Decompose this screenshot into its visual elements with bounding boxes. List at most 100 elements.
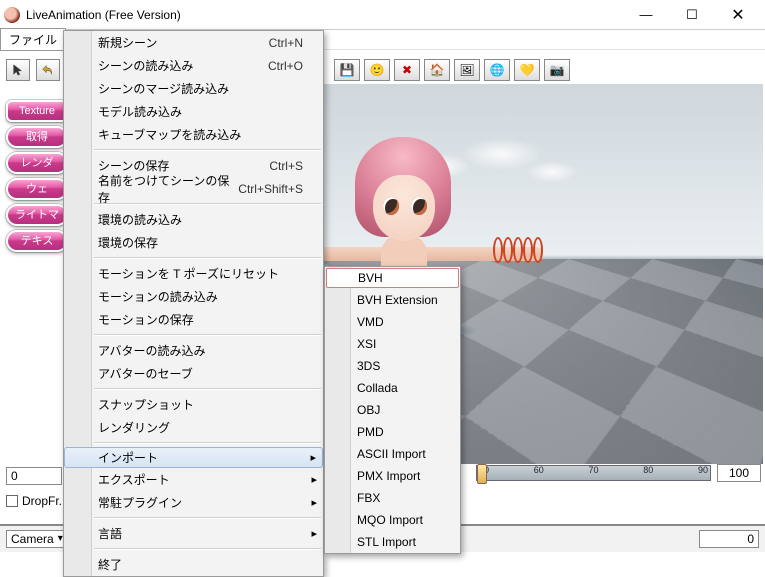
toolbar-icon-red-x[interactable]: ✖: [394, 59, 420, 81]
tool-row-left: [6, 58, 60, 82]
file-menu-dropdown: 新規シーンCtrl+N シーンの読み込み Ctrl+O シーンのマージ読み込みモデル読…: [63, 30, 324, 577]
menu-item[interactable]: 終了: [64, 553, 323, 576]
import-submenu: BVHBVH ExtensionVMDXSI3DSColladaOBJPMDAS…: [324, 266, 461, 554]
avatar-eye-left: [383, 197, 399, 215]
menu-item[interactable]: エクスポート: [64, 468, 323, 491]
undo-icon[interactable]: [36, 59, 60, 81]
toolbar-icon-globe[interactable]: 🌐: [484, 59, 510, 81]
menu-item-label: スナップショット: [98, 396, 194, 413]
submenu-item[interactable]: VMD: [325, 311, 460, 333]
menu-item[interactable]: モーションの読み込み: [64, 285, 323, 308]
current-frame-input[interactable]: 0: [699, 530, 759, 548]
sidebar-button-2[interactable]: レンダ: [6, 152, 68, 174]
toolbar-icon-heart[interactable]: 💛: [514, 59, 540, 81]
timeline-tick: 80: [643, 465, 653, 479]
menu-item-label: 名前をつけてシーンの保存: [98, 172, 238, 206]
sidebar-texture-button[interactable]: Texture: [6, 100, 68, 122]
menu-separator: [94, 203, 321, 205]
drop-frame-row: DropFr...: [6, 494, 69, 508]
menu-item[interactable]: 環境の読み込み: [64, 208, 323, 231]
menu-item-label: エクスポート: [98, 471, 170, 488]
window-title: LiveAnimation (Free Version): [26, 8, 623, 22]
menu-separator: [94, 517, 321, 519]
submenu-item[interactable]: 3DS: [325, 355, 460, 377]
menu-item[interactable]: モーションの保存: [64, 308, 323, 331]
menu-separator: [94, 149, 321, 151]
menu-item[interactable]: シーンのマージ読み込み: [64, 77, 323, 100]
menu-item-label: シーンの読み込み: [98, 57, 193, 74]
avatar-gizmo-rings: [493, 237, 549, 269]
menu-separator: [94, 548, 321, 550]
submenu-item[interactable]: BVH: [326, 268, 459, 288]
menu-shortcut: Ctrl+N: [269, 36, 303, 50]
submenu-item[interactable]: BVH Extension: [325, 289, 460, 311]
toolbar-icon-picture[interactable]: 🖼: [454, 59, 480, 81]
menu-item[interactable]: キューブマップを読み込み: [64, 123, 323, 146]
submenu-item[interactable]: Collada: [325, 377, 460, 399]
menu-item[interactable]: シーンの読み込み Ctrl+O: [64, 54, 323, 77]
maximize-button[interactable]: ☐: [669, 0, 715, 30]
menu-shortcut: Ctrl+Shift+S: [238, 182, 303, 196]
menu-item[interactable]: 名前をつけてシーンの保存Ctrl+Shift+S: [64, 177, 323, 200]
menu-item[interactable]: アバターのセーブ: [64, 362, 323, 385]
menu-item-label: レンダリング: [98, 419, 170, 436]
menu-item[interactable]: レンダリング: [64, 416, 323, 439]
submenu-item[interactable]: FBX: [325, 487, 460, 509]
submenu-item[interactable]: MQO Import: [325, 509, 460, 531]
timeline-track[interactable]: 50 60 70 80 90: [476, 465, 711, 481]
menu-item-label: 環境の読み込み: [98, 211, 182, 228]
menu-item[interactable]: 常駐プラグイン: [64, 491, 323, 514]
drop-frame-checkbox[interactable]: [6, 495, 18, 507]
toolbar-icon-floppy[interactable]: 💾: [334, 59, 360, 81]
menu-item[interactable]: 新規シーンCtrl+N: [64, 31, 323, 54]
toolbar-icon-camera[interactable]: 📷: [544, 59, 570, 81]
timeline-start-input[interactable]: 0: [6, 467, 62, 485]
timeline-ticks: 50 60 70 80 90: [477, 466, 710, 480]
sidebar-button-5[interactable]: テキス: [6, 230, 68, 252]
submenu-item[interactable]: OBJ: [325, 399, 460, 421]
timeline-tick: 90: [698, 465, 708, 479]
menu-item-label: キューブマップを読み込み: [98, 126, 241, 143]
timeline-end-input[interactable]: 100: [717, 464, 761, 482]
menu-item[interactable]: インポート: [64, 447, 323, 468]
sidebar: Texture 取得 レンダ ウェ ライトマ テキス: [6, 100, 68, 256]
menu-separator: [94, 334, 321, 336]
menu-item[interactable]: モデル読み込み: [64, 100, 323, 123]
camera-dropdown[interactable]: Camera: [6, 530, 68, 548]
submenu-item[interactable]: STL Import: [325, 531, 460, 553]
menu-item[interactable]: 環境の保存: [64, 231, 323, 254]
drop-frame-label: DropFr...: [22, 494, 69, 508]
menu-item-label: 終了: [98, 556, 122, 573]
menu-item[interactable]: モーションを T ポーズにリセット: [64, 262, 323, 285]
pointer-tool-icon[interactable]: [6, 59, 30, 81]
menu-item-label: 言語: [98, 525, 122, 542]
menu-separator: [94, 442, 321, 444]
menu-item-label: アバターの読み込み: [98, 342, 206, 359]
menu-item[interactable]: アバターの読み込み: [64, 339, 323, 362]
toolbar-icon-house[interactable]: 🏠: [424, 59, 450, 81]
sidebar-button-4[interactable]: ライトマ: [6, 204, 68, 226]
menu-item[interactable]: スナップショット: [64, 393, 323, 416]
submenu-item[interactable]: XSI: [325, 333, 460, 355]
timeline-tick: 60: [534, 465, 544, 479]
menu-file[interactable]: ファイル: [0, 28, 66, 51]
submenu-item[interactable]: PMD: [325, 421, 460, 443]
menu-shortcut: Ctrl+O: [268, 59, 303, 73]
toolbar-icon-person[interactable]: 🙂: [364, 59, 390, 81]
menu-separator: [94, 257, 321, 259]
menu-item-label: アバターのセーブ: [98, 365, 193, 382]
tool-row-right: 💾 🙂 ✖ 🏠 🖼 🌐 💛 📷: [334, 58, 570, 82]
menu-item[interactable]: 言語: [64, 522, 323, 545]
submenu-item[interactable]: ASCII Import: [325, 443, 460, 465]
minimize-button[interactable]: —: [623, 0, 669, 30]
timeline-playhead[interactable]: [477, 464, 487, 484]
sidebar-button-1[interactable]: 取得: [6, 126, 68, 148]
timeline: 50 60 70 80 90 100: [476, 462, 761, 484]
menu-item-label: インポート: [98, 449, 158, 466]
menu-item-label: モデル読み込み: [98, 103, 182, 120]
titlebar: LiveAnimation (Free Version) — ☐ ✕: [0, 0, 765, 30]
close-button[interactable]: ✕: [715, 0, 761, 30]
menu-item-label: 環境の保存: [98, 234, 158, 251]
sidebar-button-3[interactable]: ウェ: [6, 178, 68, 200]
submenu-item[interactable]: PMX Import: [325, 465, 460, 487]
